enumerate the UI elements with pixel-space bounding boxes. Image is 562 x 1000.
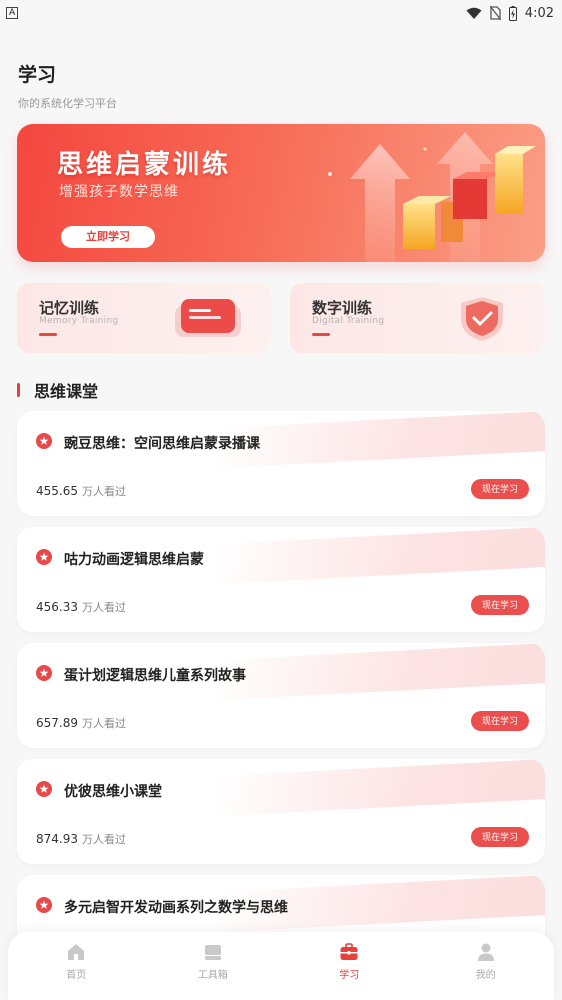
tab-profile[interactable]: 我的 <box>418 932 555 1000</box>
study-now-button[interactable]: 现在学习 <box>471 827 529 847</box>
briefcase-icon <box>340 943 358 960</box>
section-heading: 思维课堂 <box>17 378 98 402</box>
star-badge-icon <box>36 781 52 797</box>
course-views: 456.33 万人看过 <box>36 599 126 615</box>
star-badge-icon <box>36 897 52 913</box>
wifi-icon <box>466 7 482 19</box>
course-card[interactable]: 蛋计划逻辑思维儿童系列故事 657.89 万人看过 现在学习 <box>17 643 545 748</box>
start-learning-button[interactable]: 立即学习 <box>61 226 155 248</box>
course-name: 豌豆思维：空间思维启蒙录播课 <box>64 436 260 452</box>
course-card[interactable]: 咕力动画逻辑思维启蒙 456.33 万人看过 现在学习 <box>17 527 545 632</box>
study-now-button[interactable]: 现在学习 <box>471 711 529 731</box>
clock: 4:02 <box>524 5 554 21</box>
digital-training-title: 数字训练 <box>312 299 373 317</box>
star-badge-icon <box>36 549 52 565</box>
course-card[interactable]: 优彼思维小课堂 874.93 万人看过 现在学习 <box>17 759 545 864</box>
shield-check-icon <box>461 297 503 341</box>
course-views: 657.89 万人看过 <box>36 715 126 731</box>
view-count: 657.89 <box>36 716 78 730</box>
banner-title: 思维启蒙训练 <box>57 150 232 180</box>
view-unit: 万人看过 <box>82 833 126 846</box>
no-sim-icon <box>489 6 501 20</box>
message-box-icon <box>175 299 241 337</box>
view-count: 455.65 <box>36 484 78 498</box>
course-card[interactable]: 豌豆思维：空间思维启蒙录播课 455.65 万人看过 现在学习 <box>17 411 545 516</box>
view-unit: 万人看过 <box>82 717 126 730</box>
course-name: 多元启智开发动画系列之数学与思维 <box>64 900 288 916</box>
course-name: 蛋计划逻辑思维儿童系列故事 <box>64 668 246 684</box>
memory-training-title: 记忆训练 <box>39 299 100 317</box>
status-icons: 4:02 <box>466 5 554 21</box>
page-subtitle: 你的系统化学习平台 <box>18 97 117 110</box>
tab-study[interactable]: 学习 <box>281 932 418 1000</box>
battery-icon <box>508 5 517 21</box>
memory-training-card[interactable]: 记忆训练 Memory Training <box>17 283 271 353</box>
page-header: 学习 你的系统化学习平台 <box>18 60 117 111</box>
view-unit: 万人看过 <box>82 485 126 498</box>
star-badge-icon <box>36 665 52 681</box>
study-now-button[interactable]: 现在学习 <box>471 479 529 499</box>
memory-training-subtitle: Memory Training <box>39 316 119 326</box>
study-now-button[interactable]: 现在学习 <box>471 595 529 615</box>
course-name: 优彼思维小课堂 <box>64 784 162 800</box>
tab-home[interactable]: 首页 <box>8 932 145 1000</box>
view-unit: 万人看过 <box>82 601 126 614</box>
digital-training-subtitle: Digital Training <box>312 316 385 326</box>
user-icon <box>477 943 494 961</box>
tab-label: 工具箱 <box>197 970 228 981</box>
notification-indicator: A <box>6 7 19 19</box>
view-count: 456.33 <box>36 600 78 614</box>
tab-label: 我的 <box>475 970 496 981</box>
course-views: 455.65 万人看过 <box>36 483 126 499</box>
bottom-tab-bar: 首页 工具箱 学习 我的 <box>8 932 554 1000</box>
rising-bars-illustration <box>328 132 536 262</box>
course-name: 咕力动画逻辑思维启蒙 <box>64 552 204 568</box>
promo-banner[interactable]: 思维启蒙训练 增强孩子数学思维 立即学习 <box>17 124 545 262</box>
view-count: 874.93 <box>36 832 78 846</box>
toolbox-icon <box>204 945 221 960</box>
status-bar: A 4:02 <box>0 0 562 26</box>
home-icon <box>68 944 85 960</box>
course-views: 874.93 万人看过 <box>36 831 126 847</box>
star-badge-icon <box>36 433 52 449</box>
tab-toolbox[interactable]: 工具箱 <box>145 932 282 1000</box>
tab-label: 学习 <box>339 970 360 981</box>
tab-label: 首页 <box>66 970 87 981</box>
section-title: 思维课堂 <box>34 382 99 401</box>
page-title: 学习 <box>18 64 57 86</box>
banner-subtitle: 增强孩子数学思维 <box>59 184 179 200</box>
card-accent-bar <box>39 333 57 336</box>
section-marker <box>17 383 20 397</box>
digital-training-card[interactable]: 数字训练 Digital Training <box>290 283 545 353</box>
card-accent-bar <box>312 333 330 336</box>
